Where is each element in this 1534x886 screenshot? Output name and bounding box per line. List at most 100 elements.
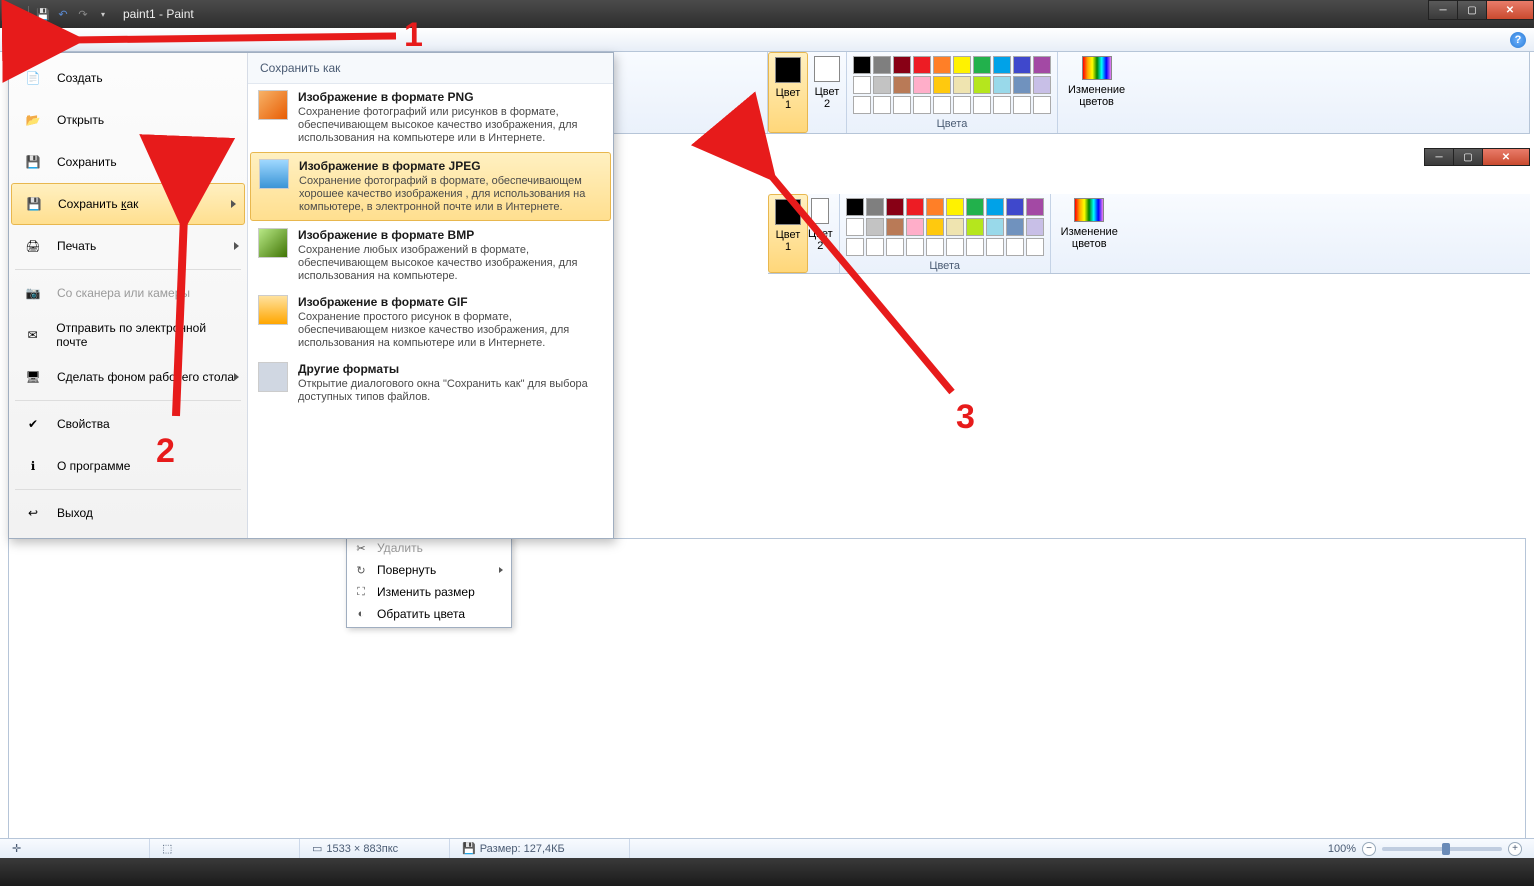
palette-swatch[interactable] xyxy=(1026,198,1044,216)
file-menu-item-desktop[interactable]: 🖥Сделать фоном рабочего стола xyxy=(9,356,247,398)
palette-swatch[interactable] xyxy=(893,96,911,114)
palette-swatch[interactable] xyxy=(986,218,1004,236)
format-option-other[interactable]: Другие форматыОткрытие диалогового окна … xyxy=(248,356,613,410)
palette-swatch[interactable] xyxy=(866,238,884,256)
palette-swatch[interactable] xyxy=(1033,56,1051,74)
file-menu-item-save[interactable]: 💾Сохранить xyxy=(9,141,247,183)
palette-swatch[interactable] xyxy=(1026,238,1044,256)
palette-swatch[interactable] xyxy=(866,198,884,216)
palette-swatch[interactable] xyxy=(1006,198,1024,216)
format-option-png[interactable]: Изображение в формате PNGСохранение фото… xyxy=(248,84,613,151)
palette-swatch[interactable] xyxy=(913,56,931,74)
qat-dropdown-icon[interactable]: ▾ xyxy=(95,6,111,22)
palette-swatch[interactable] xyxy=(1013,56,1031,74)
palette-swatch[interactable] xyxy=(966,218,984,236)
palette-swatch[interactable] xyxy=(1013,76,1031,94)
format-option-bmp[interactable]: Изображение в формате BMPСохранение любы… xyxy=(248,222,613,289)
palette-swatch[interactable] xyxy=(993,56,1011,74)
zoom-slider-thumb[interactable] xyxy=(1442,843,1450,855)
palette-swatch[interactable] xyxy=(993,76,1011,94)
palette-swatch[interactable] xyxy=(993,96,1011,114)
palette-swatch[interactable] xyxy=(1026,218,1044,236)
palette-swatch[interactable] xyxy=(953,76,971,94)
palette-swatch[interactable] xyxy=(1006,238,1024,256)
file-menu-item-exit[interactable]: ↩Выход xyxy=(9,492,247,534)
palette-swatch[interactable] xyxy=(906,238,924,256)
palette-swatch[interactable] xyxy=(946,198,964,216)
minimize-button-2[interactable] xyxy=(1424,148,1454,166)
palette-swatch[interactable] xyxy=(933,56,951,74)
palette-swatch[interactable] xyxy=(966,198,984,216)
palette-swatch[interactable] xyxy=(886,198,904,216)
canvas-area[interactable] xyxy=(8,538,1526,840)
palette-swatch[interactable] xyxy=(913,76,931,94)
palette-swatch[interactable] xyxy=(866,218,884,236)
palette-swatch[interactable] xyxy=(953,56,971,74)
zoom-in-button[interactable]: + xyxy=(1508,842,1522,856)
file-menu-item-properties[interactable]: ✔Свойства xyxy=(9,403,247,445)
palette-swatch[interactable] xyxy=(906,198,924,216)
palette-swatch[interactable] xyxy=(1013,96,1031,114)
palette-swatch[interactable] xyxy=(933,96,951,114)
palette-swatch[interactable] xyxy=(873,96,891,114)
color2-box[interactable]: Цвет 2 xyxy=(808,52,846,133)
palette-swatch[interactable] xyxy=(846,198,864,216)
palette-swatch[interactable] xyxy=(966,238,984,256)
maximize-button[interactable] xyxy=(1457,0,1487,20)
zoom-out-button[interactable]: − xyxy=(1362,842,1376,856)
file-menu-item-about[interactable]: ℹО программе xyxy=(9,445,247,487)
palette-swatch[interactable] xyxy=(1006,218,1024,236)
palette-swatch[interactable] xyxy=(886,238,904,256)
minimize-button[interactable] xyxy=(1428,0,1458,20)
file-menu-button[interactable] xyxy=(12,31,56,51)
help-icon[interactable]: ? xyxy=(1510,32,1526,48)
color1-box[interactable]: Цвет 1 xyxy=(768,52,808,133)
palette-swatch[interactable] xyxy=(933,76,951,94)
palette-swatch[interactable] xyxy=(946,218,964,236)
palette-swatch[interactable] xyxy=(973,76,991,94)
palette-swatch[interactable] xyxy=(986,198,1004,216)
redo-icon[interactable]: ↷ xyxy=(75,6,91,22)
context-item[interactable]: ⛶Изменить размер xyxy=(349,581,509,603)
color1-box-2[interactable]: Цвет 1 xyxy=(768,194,808,273)
palette-swatch[interactable] xyxy=(893,56,911,74)
file-menu-item-new[interactable]: 📄Создать xyxy=(9,57,247,99)
context-item[interactable]: ◐Обратить цвета xyxy=(349,603,509,625)
context-item[interactable]: ↻Повернуть xyxy=(349,559,509,581)
palette-swatch[interactable] xyxy=(953,96,971,114)
palette-swatch[interactable] xyxy=(973,96,991,114)
palette-swatch[interactable] xyxy=(926,238,944,256)
palette-swatch[interactable] xyxy=(853,56,871,74)
edit-colors-button-2[interactable]: Изменение цветов xyxy=(1051,194,1128,273)
undo-icon[interactable]: ↶ xyxy=(55,6,71,22)
zoom-slider-track[interactable] xyxy=(1382,847,1502,851)
format-option-gif[interactable]: Изображение в формате GIFСохранение прос… xyxy=(248,289,613,356)
file-menu-item-print[interactable]: 🖨Печать xyxy=(9,225,247,267)
palette-swatch[interactable] xyxy=(926,198,944,216)
palette-swatch[interactable] xyxy=(926,218,944,236)
maximize-button-2[interactable] xyxy=(1453,148,1483,166)
palette-swatch[interactable] xyxy=(893,76,911,94)
palette-swatch[interactable] xyxy=(853,76,871,94)
palette-swatch[interactable] xyxy=(1033,76,1051,94)
palette-swatch[interactable] xyxy=(853,96,871,114)
palette-swatch[interactable] xyxy=(886,218,904,236)
palette-swatch[interactable] xyxy=(946,238,964,256)
color2-box-2[interactable]: Цвет 2 xyxy=(808,194,839,273)
file-menu-item-open[interactable]: 📂Открыть xyxy=(9,99,247,141)
palette-swatch[interactable] xyxy=(873,76,891,94)
palette-swatch[interactable] xyxy=(906,218,924,236)
close-button[interactable] xyxy=(1486,0,1534,20)
palette-swatch[interactable] xyxy=(873,56,891,74)
file-menu-item-saveas[interactable]: 💾Сохранить как xyxy=(11,183,245,225)
save-icon[interactable]: 💾 xyxy=(35,6,51,22)
close-button-2[interactable] xyxy=(1482,148,1530,166)
file-menu-item-email[interactable]: ✉Отправить по электронной почте xyxy=(9,314,247,356)
format-option-jpeg[interactable]: Изображение в формате JPEGСохранение фот… xyxy=(250,152,611,221)
palette-swatch[interactable] xyxy=(846,218,864,236)
palette-swatch[interactable] xyxy=(986,238,1004,256)
palette-swatch[interactable] xyxy=(1033,96,1051,114)
palette-swatch[interactable] xyxy=(913,96,931,114)
palette-swatch[interactable] xyxy=(846,238,864,256)
edit-colors-button[interactable]: Изменение цветов xyxy=(1058,52,1135,133)
